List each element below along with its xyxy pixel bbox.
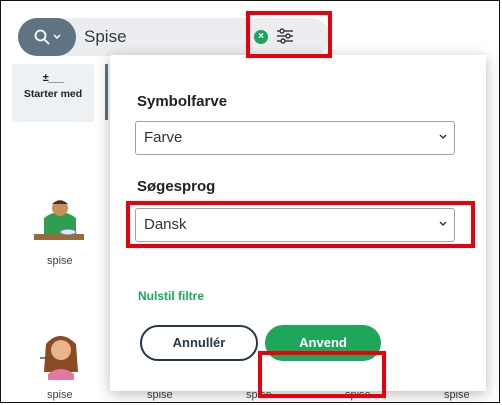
symbol-color-select[interactable]: Farve bbox=[135, 121, 455, 155]
sidebar-item-label: Starter med bbox=[23, 88, 83, 100]
person-eating-icon bbox=[34, 200, 84, 240]
highlight-box bbox=[246, 11, 332, 58]
highlight-box bbox=[258, 351, 386, 398]
symbol-color-value: Farve bbox=[144, 129, 183, 146]
chevron-down-icon bbox=[52, 34, 61, 40]
result-symbol[interactable] bbox=[36, 330, 86, 385]
sidebar-item-starts-with[interactable]: ±___ Starter med bbox=[12, 64, 94, 122]
symbol-color-heading: Symbolfarve bbox=[137, 93, 228, 110]
search-button[interactable] bbox=[18, 18, 76, 56]
starts-with-icon: ±___ bbox=[42, 72, 64, 84]
search-icon bbox=[34, 29, 50, 45]
search-input[interactable]: Spise bbox=[84, 27, 127, 47]
reset-filters-link[interactable]: Nulstil filtre bbox=[138, 289, 204, 303]
result-caption: spise bbox=[47, 389, 73, 401]
result-caption: spise bbox=[47, 255, 73, 267]
result-symbol[interactable] bbox=[32, 196, 86, 253]
search-language-heading: Søgesprog bbox=[137, 178, 216, 195]
highlight-box bbox=[126, 201, 475, 248]
chevron-down-icon bbox=[438, 130, 448, 149]
girl-eating-icon bbox=[40, 336, 78, 380]
cancel-button[interactable]: Annullér bbox=[140, 325, 258, 361]
sidebar-divider bbox=[105, 64, 108, 120]
